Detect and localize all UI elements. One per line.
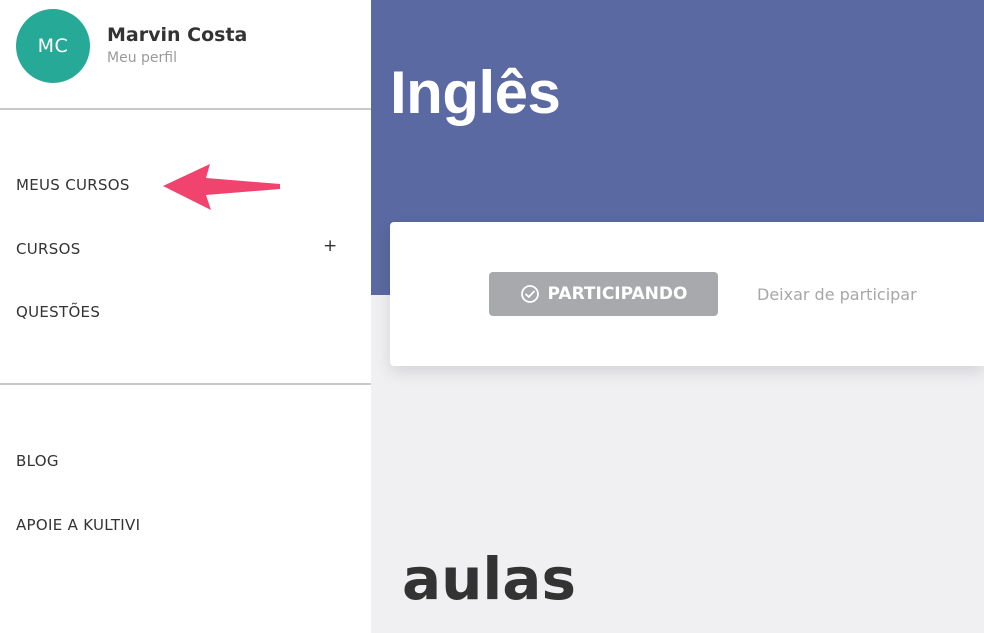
avatar[interactable]: MC — [16, 9, 90, 83]
arrow-left-icon — [163, 164, 280, 210]
nav-item-label: CURSOS — [16, 240, 81, 258]
section-title: aulas — [402, 545, 576, 613]
profile-header[interactable]: MC Marvin Costa Meu perfil — [0, 0, 371, 110]
participating-label: PARTICIPANDO — [547, 284, 688, 304]
nav-item-label: BLOG — [16, 452, 59, 470]
nav-item-label: QUESTÕES — [16, 303, 101, 321]
divider — [0, 108, 371, 110]
page-title: Inglês — [390, 59, 561, 126]
check-circle-icon — [520, 285, 539, 303]
nav-item-apoie-a-kultivi[interactable]: APOIE A KULTIVI — [0, 510, 371, 540]
nav-item-label: MEUS CURSOS — [16, 176, 130, 194]
profile-link[interactable]: Meu perfil — [107, 50, 177, 66]
participating-button[interactable]: PARTICIPANDO — [489, 272, 718, 316]
sidebar: MC Marvin Costa Meu perfil MEUS CURSOS C… — [0, 0, 371, 633]
course-status-card: PARTICIPANDO Deixar de participar — [390, 222, 984, 366]
leave-course-link[interactable]: Deixar de participar — [757, 285, 917, 304]
profile-name[interactable]: Marvin Costa — [107, 24, 247, 46]
divider — [0, 383, 371, 385]
nav-item-blog[interactable]: BLOG — [0, 446, 371, 476]
nav-item-label: APOIE A KULTIVI — [16, 516, 141, 534]
nav-item-questoes[interactable]: QUESTÕES — [0, 297, 371, 327]
nav-item-cursos[interactable]: CURSOS + — [0, 234, 371, 264]
expand-plus-icon[interactable]: + — [323, 236, 337, 256]
